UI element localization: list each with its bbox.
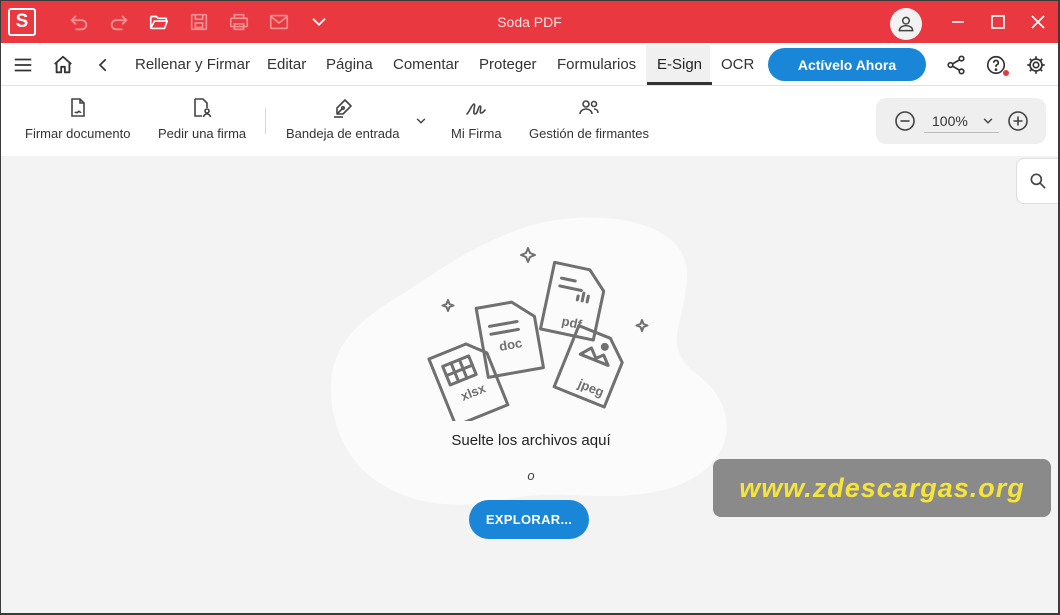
notification-dot (1002, 69, 1010, 77)
request-signature-button[interactable]: Pedir una firma (158, 86, 246, 156)
sparkle-icon (635, 319, 649, 332)
or-text: o (527, 468, 535, 483)
sparkle-icon (520, 247, 536, 263)
open-folder-icon[interactable] (147, 10, 171, 34)
menu-bar: Rellenar y Firmar Editar Página Comentar… (1, 43, 1058, 86)
redo-icon[interactable] (107, 10, 131, 34)
drop-files-text: Suelte los archivos aquí (451, 432, 611, 449)
zoom-control: 100% (876, 98, 1046, 144)
inbox-label: Bandeja de entrada (286, 126, 400, 141)
app-window: S Soda PDF Rellenar y Firmar Editar Pági… (1, 1, 1058, 613)
my-signature-label: Mi Firma (451, 126, 502, 141)
undo-icon[interactable] (67, 10, 91, 34)
inbox-button[interactable]: Bandeja de entrada (286, 86, 399, 156)
maximize-icon[interactable] (987, 11, 1009, 33)
zoom-in-icon[interactable] (1006, 109, 1030, 133)
home-icon[interactable] (51, 53, 75, 77)
watermark-banner: www.zdescargas.org (713, 459, 1051, 517)
zoom-level-select[interactable]: 100% (924, 109, 999, 133)
back-chevron-icon[interactable] (91, 53, 115, 77)
share-icon[interactable] (944, 53, 968, 77)
file-types-illustration: xlsx doc pdf jpeg (427, 247, 649, 421)
tab-comentar[interactable]: Comentar (393, 43, 459, 86)
tab-proteger[interactable]: Proteger (479, 43, 537, 86)
signers-icon (576, 95, 602, 121)
hamburger-menu-icon[interactable] (11, 53, 35, 77)
app-logo[interactable]: S (8, 8, 36, 36)
sign-document-label: Firmar documento (25, 126, 131, 141)
request-signature-icon (189, 95, 215, 121)
settings-gear-icon[interactable] (1024, 53, 1048, 77)
inbox-dropdown-chevron-icon[interactable] (414, 114, 428, 128)
explore-button[interactable]: EXPLORAR... (469, 500, 589, 539)
my-signature-button[interactable]: Mi Firma (451, 86, 502, 156)
tab-formularios[interactable]: Formularios (557, 43, 636, 86)
tab-e-sign[interactable]: E-Sign (646, 43, 713, 86)
search-icon[interactable] (1016, 158, 1058, 204)
esign-toolbar: Firmar documento Pedir una firma Bandeja… (1, 86, 1058, 156)
signer-management-button[interactable]: Gestión de firmantes (529, 86, 649, 156)
zoom-level-value: 100% (932, 113, 968, 129)
sign-document-button[interactable]: Firmar documento (25, 86, 130, 156)
request-signature-label: Pedir una firma (158, 126, 247, 141)
customize-chevron-down-icon[interactable] (307, 10, 331, 34)
user-account-icon[interactable] (890, 8, 922, 40)
doc-label: doc (498, 335, 523, 354)
signature-icon (463, 95, 489, 121)
tab-rellenar-y-firmar[interactable]: Rellenar y Firmar (135, 43, 250, 86)
xlsx-label: xlsx (459, 380, 489, 404)
mail-icon[interactable] (267, 10, 291, 34)
pdf-label: pdf (560, 313, 584, 332)
minimize-icon[interactable] (947, 11, 969, 33)
document-workspace[interactable]: xlsx doc pdf jpeg Suelte los archivos aq… (1, 156, 1058, 613)
activate-now-button[interactable]: Actívelo Ahora (768, 48, 926, 81)
title-bar: S Soda PDF (1, 1, 1058, 43)
sign-document-icon (65, 95, 91, 121)
zoom-chevron-down-icon (983, 118, 993, 124)
pen-nib-icon (330, 95, 356, 121)
tab-pagina[interactable]: Página (326, 43, 373, 86)
tab-ocr[interactable]: OCR (721, 43, 754, 86)
print-icon[interactable] (227, 10, 251, 34)
tab-editar[interactable]: Editar (267, 43, 306, 86)
zoom-out-icon[interactable] (893, 109, 917, 133)
help-icon[interactable] (984, 53, 1010, 77)
close-icon[interactable] (1027, 11, 1049, 33)
save-icon[interactable] (187, 10, 211, 34)
toolbar-divider (265, 108, 266, 134)
signer-management-label: Gestión de firmantes (529, 126, 649, 141)
sparkle-icon (441, 299, 455, 312)
